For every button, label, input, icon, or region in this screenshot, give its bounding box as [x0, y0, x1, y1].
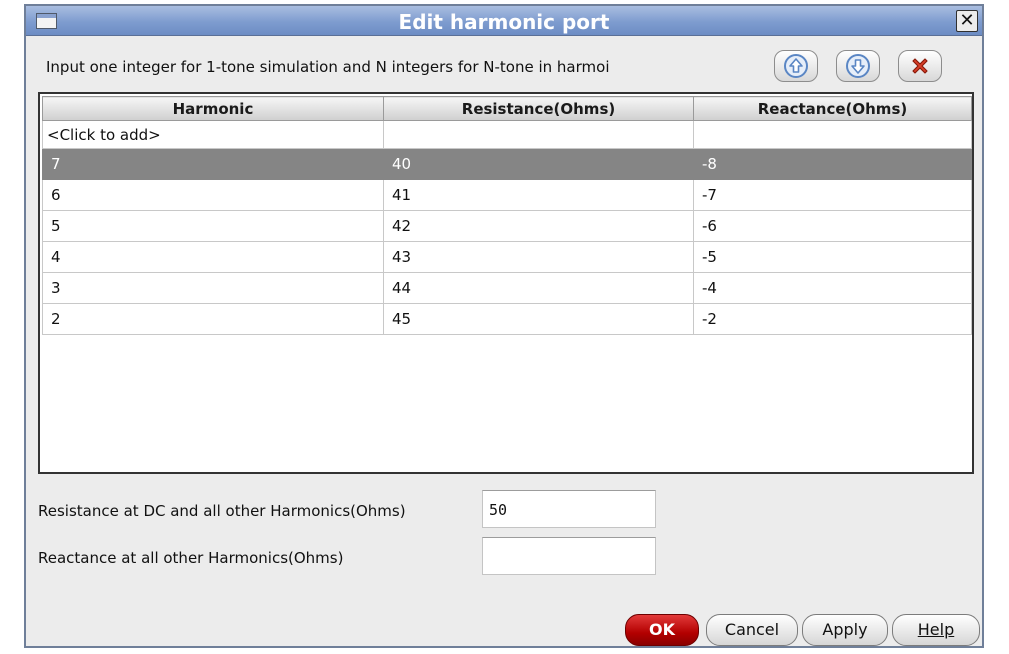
table-header-row: Harmonic Resistance(Ohms) Reactance(Ohms… [42, 96, 972, 121]
reactance-cell[interactable]: -8 [693, 148, 972, 180]
resistance-cell[interactable]: 43 [383, 241, 694, 273]
delete-row-button[interactable] [898, 50, 942, 82]
apply-button[interactable]: Apply [802, 614, 888, 646]
harmonic-cell[interactable]: 2 [42, 303, 384, 335]
harmonic-cell[interactable]: 4 [42, 241, 384, 273]
reactance-cell[interactable]: -5 [693, 241, 972, 273]
table-row[interactable]: 6 41 -7 [42, 179, 972, 211]
arrow-up-icon [784, 54, 808, 78]
harmonic-cell[interactable]: 3 [42, 272, 384, 304]
title-bar[interactable]: Edit harmonic port ✕ [26, 6, 982, 36]
reactance-cell[interactable]: -2 [693, 303, 972, 335]
empty-cell[interactable] [693, 120, 972, 149]
click-to-add-row[interactable]: <Click to add> [42, 120, 972, 149]
edit-harmonic-port-dialog: Edit harmonic port ✕ Input one integer f… [24, 4, 984, 648]
click-to-add-cell[interactable]: <Click to add> [42, 120, 384, 149]
resistance-input[interactable]: 50 [482, 490, 656, 528]
resistance-cell[interactable]: 42 [383, 210, 694, 242]
reactance-cell[interactable]: -7 [693, 179, 972, 211]
table-row[interactable]: 3 44 -4 [42, 272, 972, 304]
resistance-label: Resistance at DC and all other Harmonics… [38, 502, 406, 520]
empty-cell[interactable] [383, 120, 694, 149]
dialog-title: Edit harmonic port [398, 10, 610, 34]
reactance-input[interactable] [482, 537, 656, 575]
resistance-cell[interactable]: 41 [383, 179, 694, 211]
harmonics-table: Harmonic Resistance(Ohms) Reactance(Ohms… [38, 92, 974, 474]
ok-button[interactable]: OK [625, 614, 699, 646]
column-header-reactance[interactable]: Reactance(Ohms) [693, 96, 972, 121]
table-row[interactable]: 2 45 -2 [42, 303, 972, 335]
close-icon[interactable]: ✕ [956, 10, 978, 32]
column-header-harmonic[interactable]: Harmonic [42, 96, 384, 121]
move-up-button[interactable] [774, 50, 818, 82]
delete-x-icon [912, 58, 928, 74]
instruction-text: Input one integer for 1-tone simulation … [46, 58, 610, 76]
resistance-cell[interactable]: 45 [383, 303, 694, 335]
help-button[interactable]: Help [892, 614, 980, 646]
reactance-label: Reactance at all other Harmonics(Ohms) [38, 549, 344, 567]
resistance-cell[interactable]: 40 [383, 148, 694, 180]
arrow-down-icon [846, 54, 870, 78]
column-header-resistance[interactable]: Resistance(Ohms) [383, 96, 694, 121]
cancel-button[interactable]: Cancel [706, 614, 798, 646]
table-row[interactable]: 4 43 -5 [42, 241, 972, 273]
harmonic-cell[interactable]: 6 [42, 179, 384, 211]
help-button-label: Help [917, 620, 955, 639]
table-row[interactable]: 7 40 -8 [42, 148, 972, 180]
resistance-cell[interactable]: 44 [383, 272, 694, 304]
move-down-button[interactable] [836, 50, 880, 82]
reactance-cell[interactable]: -4 [693, 272, 972, 304]
harmonic-cell[interactable]: 7 [42, 148, 384, 180]
table-row[interactable]: 5 42 -6 [42, 210, 972, 242]
harmonic-cell[interactable]: 5 [42, 210, 384, 242]
reactance-cell[interactable]: -6 [693, 210, 972, 242]
